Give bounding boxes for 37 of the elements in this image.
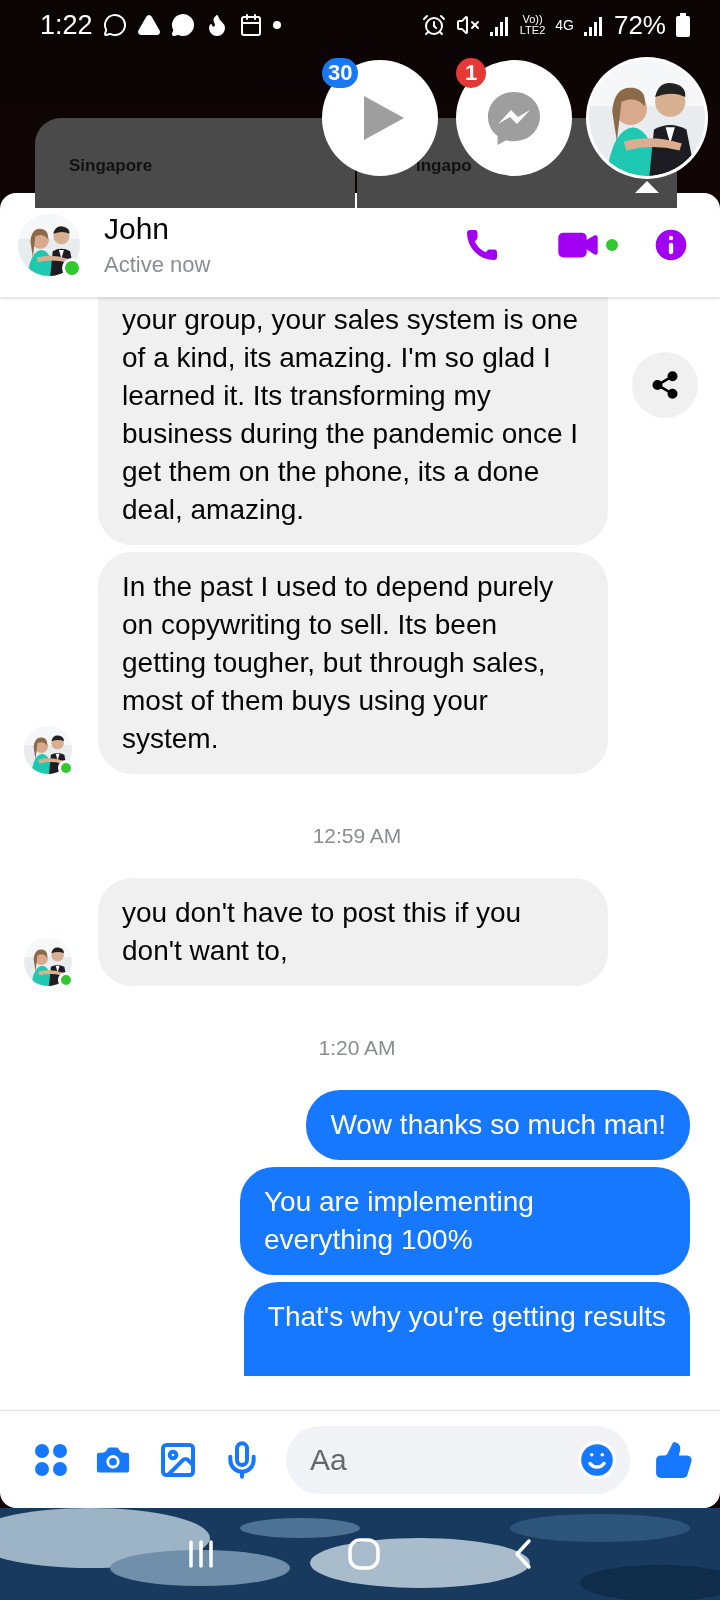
contact-name: John <box>104 212 171 246</box>
message-bubble: In the past I used to depend purely on copywriting to sell. Its been getting tougher, but through sales, most of them buys using your system. <box>98 552 608 774</box>
network-label: 4G <box>555 18 574 32</box>
message-bubble: you don't have to post this if you don't want to, <box>98 878 608 986</box>
network-label: LTE2 <box>519 25 546 36</box>
chat-icon <box>170 13 195 37</box>
message-field[interactable]: Aa <box>286 1425 630 1494</box>
calendar-icon <box>238 13 263 37</box>
clock: 1:22 <box>40 11 93 39</box>
message-bubble: You are implementing everything 100% <box>240 1167 690 1275</box>
alarm-icon <box>421 13 446 37</box>
network-label: Vo)) <box>522 14 543 25</box>
like-button[interactable] <box>654 1439 694 1480</box>
widget-title: ingapo <box>416 156 472 176</box>
selection-pointer <box>635 181 659 193</box>
message-bubble: your group, your sales system is one of a kind, its amazing. I'm so glad I learned it. Its transforming my business during the pandemic once I get them on the phone, its a done deal, amazing. <box>98 297 608 545</box>
dot-icon <box>272 21 281 29</box>
count-badge: 1 <box>456 58 486 88</box>
share-icon <box>650 370 680 400</box>
widget-title: Singapore <box>69 156 153 176</box>
signal-icon <box>583 14 604 36</box>
battery-icon <box>676 13 690 37</box>
active-status: Active now <box>104 252 212 278</box>
count-badge: 30 <box>322 58 359 88</box>
online-dot <box>606 239 618 251</box>
message-bubble: Wow thanks so much man! <box>306 1090 690 1160</box>
message-bubble: That's why you're getting results <box>243 1282 690 1376</box>
mute-icon <box>455 13 480 37</box>
timestamp: 12:59 AM <box>312 824 402 848</box>
phone-icon <box>464 227 500 263</box>
battery-percent: 72% <box>613 12 666 38</box>
signal-icon <box>489 14 510 36</box>
chat-icon <box>102 13 127 37</box>
apps-button[interactable] <box>34 1442 68 1477</box>
warning-icon <box>136 13 161 37</box>
home-button[interactable] <box>347 1537 381 1571</box>
timestamp: 1:20 AM <box>318 1036 396 1060</box>
